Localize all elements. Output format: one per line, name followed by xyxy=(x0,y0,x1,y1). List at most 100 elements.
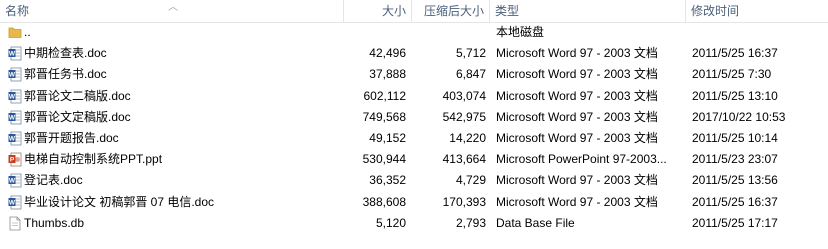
file-compressed-size: 5,712 xyxy=(455,46,486,61)
column-header-bar: 名称 ︿ 大小 压缩后大小 类型 修改时间 xyxy=(0,0,828,23)
file-name-cell: W 郭晋任务书.doc xyxy=(4,64,344,85)
file-size: 42,496 xyxy=(369,46,406,61)
file-name: 电梯自动控制系统PPT.ppt xyxy=(24,152,163,167)
file-type: Microsoft Word 97 - 2003 文档 xyxy=(496,130,658,145)
file-modified: 2011/5/25 16:37 xyxy=(692,194,778,209)
file-name: 毕业设计论文 初稿郭晋 07 电信.doc xyxy=(24,194,215,209)
file-name-cell: P 电梯自动控制系统PPT.ppt xyxy=(4,149,344,170)
file-name: 登记表.doc xyxy=(24,173,83,188)
file-type: Microsoft Word 97 - 2003 文档 xyxy=(496,67,658,82)
file-name: 郭晋论文二稿版.doc xyxy=(24,88,131,103)
file-compressed-size: 4,729 xyxy=(455,173,486,188)
powerpoint-icon: P xyxy=(8,152,22,167)
column-header-modified-label: 修改时间 xyxy=(691,4,740,18)
column-header-compressed-label: 压缩后大小 xyxy=(423,4,484,18)
file-row[interactable]: W 毕业设计论文 初稿郭晋 07 电信.doc 388,608 170,393 Micr… xyxy=(0,192,828,213)
file-compressed-size: 403,074 xyxy=(442,88,486,103)
file-type: Microsoft Word 97 - 2003 文档 xyxy=(496,46,658,61)
file-name: 郭晋任务书.doc xyxy=(24,67,107,82)
file-compressed-size: 2,793 xyxy=(455,215,486,230)
file-name-cell: W 郭晋论文二稿版.doc xyxy=(4,86,344,107)
file-name: .. xyxy=(24,25,31,39)
svg-text:W: W xyxy=(9,93,16,100)
file-modified xyxy=(692,22,828,43)
file-name-cell: W 毕业设计论文 初稿郭晋 07 电信.doc xyxy=(4,192,344,213)
file-type: Microsoft Word 97 - 2003 文档 xyxy=(496,173,658,188)
file-type: Microsoft PowerPoint 97-2003... xyxy=(496,152,667,167)
file-size: 5,120 xyxy=(375,215,406,230)
file-size: 36,352 xyxy=(369,173,406,188)
word-doc-icon: W xyxy=(8,46,22,61)
file-row[interactable]: W 登记表.doc 36,352 4,729 Microsoft Word 97 - 2… xyxy=(0,170,828,191)
file-size: 388,608 xyxy=(362,194,406,209)
file-modified: 2011/5/23 23:07 xyxy=(692,152,778,167)
file-size: 749,568 xyxy=(362,109,406,124)
file-compressed-size: 14,220 xyxy=(449,130,486,145)
column-header-type[interactable]: 类型 xyxy=(490,0,686,22)
svg-text:W: W xyxy=(9,178,16,185)
file-size xyxy=(344,22,406,43)
file-modified: 2011/5/25 13:10 xyxy=(692,88,778,103)
column-header-name[interactable]: 名称 ︿ xyxy=(0,0,344,22)
file-name: 郭晋论文定稿版.doc xyxy=(24,109,131,124)
column-header-size-label: 大小 xyxy=(381,4,406,18)
column-header-size[interactable]: 大小 xyxy=(344,0,412,22)
file-name-cell: Thumbs.db xyxy=(4,213,344,234)
file-size: 530,944 xyxy=(362,152,406,167)
file-name: Thumbs.db xyxy=(24,215,85,230)
file-size: 602,112 xyxy=(363,88,407,103)
file-row[interactable]: P 电梯自动控制系统PPT.ppt 530,944 413,664 Microsoft … xyxy=(0,149,828,170)
column-header-modified[interactable]: 修改时间 xyxy=(686,0,828,22)
word-doc-icon: W xyxy=(8,131,22,146)
file-type: Microsoft Word 97 - 2003 文档 xyxy=(496,194,658,209)
file-name: 中期检查表.doc xyxy=(24,46,107,61)
file-name-cell: W 中期检查表.doc xyxy=(4,43,344,64)
file-row[interactable]: W 郭晋论文定稿版.doc 749,568 542,975 Microsoft Word… xyxy=(0,107,828,128)
column-header-type-label: 类型 xyxy=(495,4,520,18)
file-compressed-size: 6,847 xyxy=(455,67,486,82)
column-header-compressed[interactable]: 压缩后大小 xyxy=(412,0,490,22)
svg-text:W: W xyxy=(9,51,16,58)
file-modified: 2011/5/25 13:56 xyxy=(692,173,778,188)
file-row[interactable]: W 郭晋开题报告.doc 49,152 14,220 Microsoft Word 97… xyxy=(0,128,828,149)
file-modified: 2011/5/25 17:17 xyxy=(692,215,778,230)
svg-text:W: W xyxy=(9,199,16,206)
file-size: 37,888 xyxy=(369,67,406,82)
svg-text:W: W xyxy=(9,114,16,121)
column-header-name-label: 名称 xyxy=(5,4,30,18)
file-row[interactable]: W 郭晋论文二稿版.doc 602,112 403,074 Microsoft Word… xyxy=(0,86,828,107)
file-modified: 2011/5/25 16:37 xyxy=(692,46,778,61)
file-size: 49,152 xyxy=(369,130,406,145)
file-name-cell: W 登记表.doc xyxy=(4,170,344,191)
word-doc-icon: W xyxy=(8,195,22,210)
file-compressed-size: 413,664 xyxy=(442,152,486,167)
file-compressed-size xyxy=(412,22,486,43)
file-name-cell: .. xyxy=(4,22,344,43)
file-row[interactable]: W 郭晋任务书.doc 37,888 6,847 Microsoft Word 97 -… xyxy=(0,64,828,85)
file-type: Microsoft Word 97 - 2003 文档 xyxy=(496,88,658,103)
file-compressed-size: 542,975 xyxy=(442,109,486,124)
file-modified: 2011/5/25 7:30 xyxy=(692,67,772,82)
file-name-cell: W 郭晋开题报告.doc xyxy=(4,128,344,149)
svg-text:P: P xyxy=(10,157,15,164)
file-row[interactable]: .. 本地磁盘 xyxy=(0,22,828,43)
file-name-cell: W 郭晋论文定稿版.doc xyxy=(4,107,344,128)
file-row[interactable]: W 中期检查表.doc 42,496 5,712 Microsoft Word 97 -… xyxy=(0,43,828,64)
file-list: .. 本地磁盘 W 中期检查表.doc 42,496 5,712 Microsoft Wor… xyxy=(0,22,828,234)
file-modified: 2011/5/25 10:14 xyxy=(692,130,778,145)
sort-ascending-icon: ︿ xyxy=(168,2,178,13)
folder-icon xyxy=(8,25,22,40)
word-doc-icon: W xyxy=(8,67,22,82)
file-type: Data Base File xyxy=(496,215,575,230)
file-row[interactable]: Thumbs.db 5,120 2,793 Data Base File 2011/5/… xyxy=(0,213,828,234)
word-doc-icon: W xyxy=(8,110,22,125)
svg-text:W: W xyxy=(9,72,16,79)
word-doc-icon: W xyxy=(8,173,22,188)
file-type: Microsoft Word 97 - 2003 文档 xyxy=(496,109,658,124)
file-compressed-size: 170,393 xyxy=(442,194,486,209)
file-type: 本地磁盘 xyxy=(496,25,545,39)
svg-text:W: W xyxy=(9,135,16,142)
word-doc-icon: W xyxy=(8,89,22,104)
file-name: 郭晋开题报告.doc xyxy=(24,130,119,145)
generic-file-icon xyxy=(8,216,22,231)
